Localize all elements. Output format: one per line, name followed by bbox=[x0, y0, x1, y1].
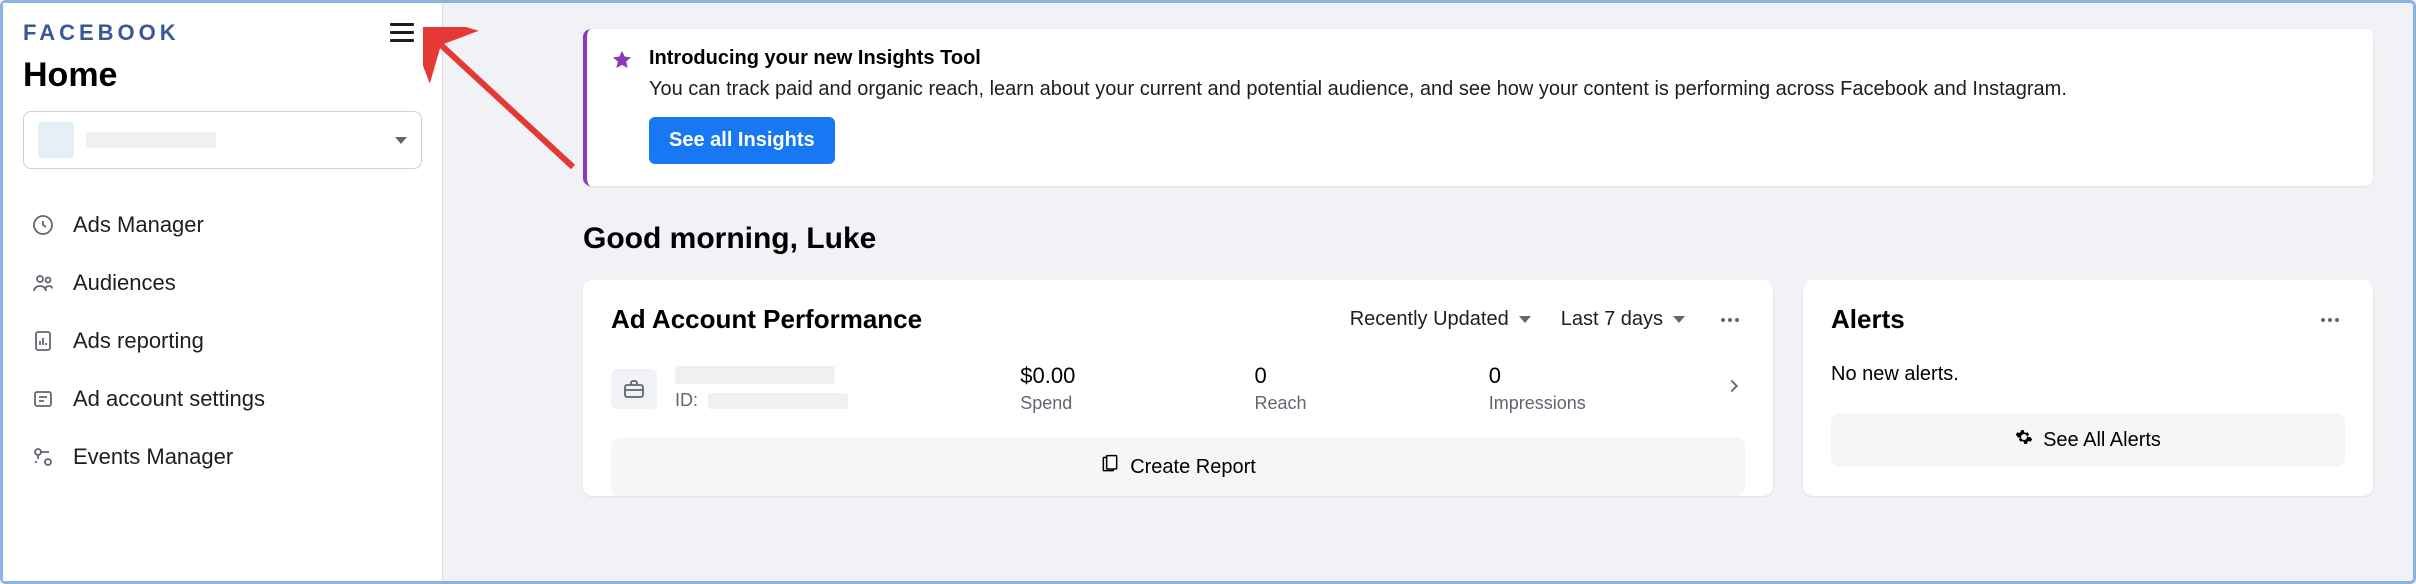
chevron-down-icon bbox=[1519, 316, 1531, 323]
sort-label: Recently Updated bbox=[1350, 308, 1509, 331]
chevron-right-icon[interactable] bbox=[1723, 375, 1745, 402]
sidebar-item-label: Audiences bbox=[73, 270, 176, 296]
chevron-down-icon bbox=[395, 137, 407, 144]
metric-value: 0 bbox=[1255, 363, 1439, 389]
events-icon bbox=[29, 443, 57, 471]
hamburger-icon[interactable] bbox=[382, 15, 422, 50]
chevron-down-icon bbox=[1673, 316, 1685, 323]
card-title: Alerts bbox=[1831, 304, 1905, 335]
range-label: Last 7 days bbox=[1561, 308, 1663, 331]
metric-spend: $0.00 Spend bbox=[1020, 363, 1204, 414]
alerts-empty-text: No new alerts. bbox=[1831, 363, 2345, 386]
sidebar-item-label: Ads Manager bbox=[73, 212, 204, 238]
see-all-alerts-label: See All Alerts bbox=[2043, 429, 2161, 452]
more-icon[interactable] bbox=[1715, 312, 1745, 328]
more-icon[interactable] bbox=[2315, 312, 2345, 328]
sidebar-item-label: Ads reporting bbox=[73, 328, 204, 354]
banner-title: Introducing your new Insights Tool bbox=[649, 47, 2067, 70]
people-icon bbox=[29, 269, 57, 297]
metric-label: Impressions bbox=[1489, 393, 1673, 414]
sidebar-item-events-manager[interactable]: Events Manager bbox=[23, 431, 422, 483]
facebook-logo: FACEBOOK bbox=[23, 20, 180, 46]
id-label: ID: bbox=[675, 390, 698, 411]
sidebar-item-ads-reporting[interactable]: Ads reporting bbox=[23, 315, 422, 367]
briefcase-icon bbox=[611, 369, 657, 409]
clock-stats-icon bbox=[29, 211, 57, 239]
metric-value: 0 bbox=[1489, 363, 1673, 389]
performance-card: Ad Account Performance Recently Updated … bbox=[583, 280, 1773, 496]
card-title: Ad Account Performance bbox=[611, 304, 922, 335]
sort-dropdown[interactable]: Recently Updated bbox=[1350, 308, 1531, 331]
sidebar: FACEBOOK Home Ads Manager bbox=[3, 3, 443, 581]
banner-text: You can track paid and organic reach, le… bbox=[649, 78, 2067, 101]
settings-list-icon bbox=[29, 385, 57, 413]
alerts-card: Alerts No new alerts. See All Alerts bbox=[1803, 280, 2373, 496]
sidebar-item-label: Events Manager bbox=[73, 444, 233, 470]
gear-icon bbox=[2015, 428, 2033, 452]
main-content: Introducing your new Insights Tool You c… bbox=[443, 3, 2413, 581]
nav-list: Ads Manager Audiences Ads reporting Ad a… bbox=[23, 199, 422, 483]
metric-value: $0.00 bbox=[1020, 363, 1204, 389]
metric-label: Spend bbox=[1020, 393, 1204, 414]
sidebar-item-audiences[interactable]: Audiences bbox=[23, 257, 422, 309]
metric-reach: 0 Reach bbox=[1255, 363, 1439, 414]
account-selector[interactable] bbox=[23, 111, 422, 169]
report-icon bbox=[29, 327, 57, 355]
star-icon bbox=[611, 49, 633, 164]
account-name-redacted bbox=[675, 366, 835, 384]
sidebar-item-ads-manager[interactable]: Ads Manager bbox=[23, 199, 422, 251]
account-name-redacted bbox=[86, 132, 216, 148]
sidebar-item-ad-account-settings[interactable]: Ad account settings bbox=[23, 373, 422, 425]
account-row[interactable]: ID: $0.00 Spend 0 Reach 0 bbox=[611, 363, 1745, 438]
account-id-redacted bbox=[708, 393, 848, 409]
see-insights-button[interactable]: See all Insights bbox=[649, 117, 835, 164]
page-title: Home bbox=[23, 56, 422, 95]
create-report-label: Create Report bbox=[1130, 456, 1256, 479]
insights-banner: Introducing your new Insights Tool You c… bbox=[583, 29, 2373, 186]
sidebar-item-label: Ad account settings bbox=[73, 386, 265, 412]
see-all-alerts-button[interactable]: See All Alerts bbox=[1831, 414, 2345, 466]
greeting: Good morning, Luke bbox=[583, 222, 2373, 256]
avatar bbox=[38, 122, 74, 158]
metric-impressions: 0 Impressions bbox=[1489, 363, 1673, 414]
report-icon bbox=[1100, 454, 1120, 480]
range-dropdown[interactable]: Last 7 days bbox=[1561, 308, 1685, 331]
metric-label: Reach bbox=[1255, 393, 1439, 414]
create-report-button[interactable]: Create Report bbox=[611, 438, 1745, 496]
